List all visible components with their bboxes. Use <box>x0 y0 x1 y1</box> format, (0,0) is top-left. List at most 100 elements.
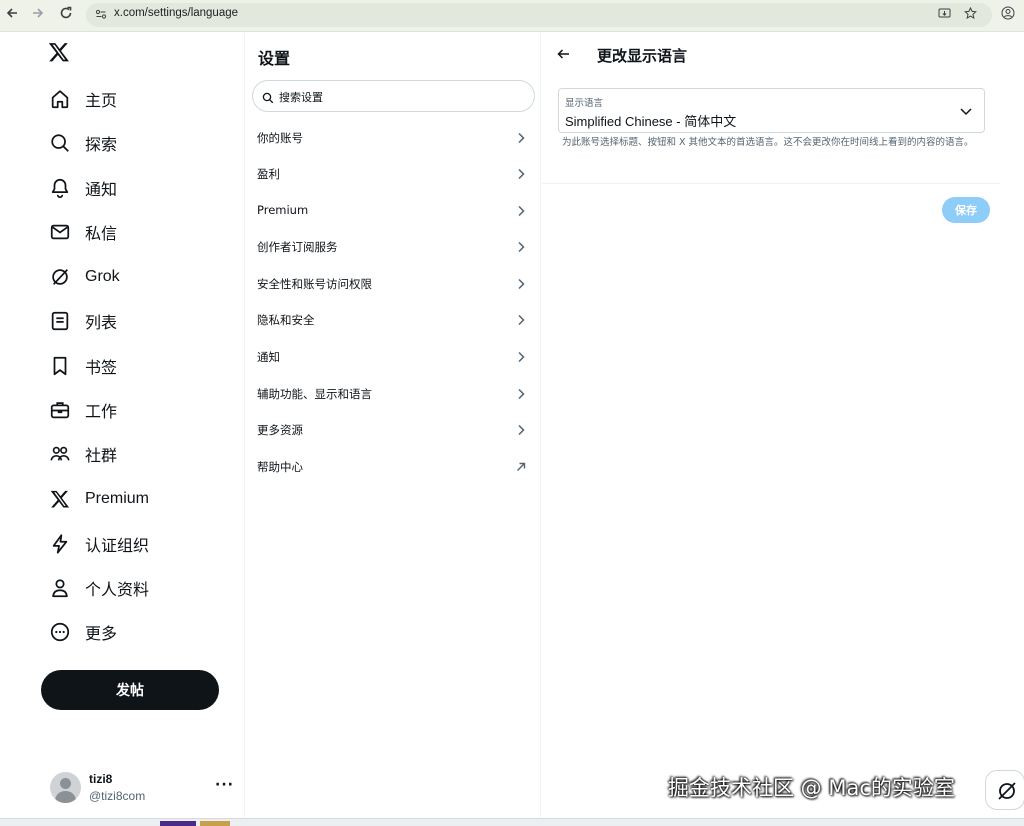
search-icon <box>46 129 74 157</box>
account-switcher[interactable]: tizi8 @tizi8com ··· <box>50 771 235 811</box>
settings-item-accessibility[interactable]: 辅助功能、显示和语言 <box>246 376 540 412</box>
nav-item-profile[interactable]: 个人资料 <box>46 570 226 606</box>
settings-column: 设置 搜索设置 你的账号 盈利 Premium 创作者订阅服务 安全性和账号访问… <box>246 33 541 826</box>
x-logo-icon[interactable] <box>48 41 74 67</box>
search-icon <box>262 89 276 104</box>
settings-item-label: 隐私和安全 <box>257 313 315 327</box>
chevron-right-icon <box>514 203 528 217</box>
chevron-right-icon <box>514 312 528 326</box>
watermark: 掘金技术社区 @ Mac的实验室 <box>668 776 955 800</box>
nav-item-more[interactable]: 更多 <box>46 614 226 650</box>
nav-item-communities[interactable]: 社群 <box>46 436 226 472</box>
settings-item-premium[interactable]: Premium <box>246 193 540 229</box>
display-language-select[interactable]: 显示语言 Simplified Chinese - 简体中文 <box>558 88 985 133</box>
bell-icon <box>46 174 74 202</box>
arrow-left-icon[interactable] <box>2 6 22 26</box>
nav-label: 私信 <box>85 226 118 243</box>
nav-label: Grok <box>85 268 120 285</box>
chevron-down-icon <box>958 103 974 119</box>
person-icon <box>46 574 74 602</box>
nav-item-jobs[interactable]: 工作 <box>46 392 226 428</box>
lightning-icon <box>46 530 74 558</box>
settings-item-resources[interactable]: 更多资源 <box>246 412 540 448</box>
nav-label: 工作 <box>85 404 118 421</box>
chevron-right-icon <box>514 386 528 400</box>
reload-icon[interactable] <box>56 6 76 26</box>
nav-label: 认证组织 <box>85 538 150 555</box>
settings-item-security[interactable]: 安全性和账号访问权限 <box>246 266 540 302</box>
profile-name: tizi8 <box>89 772 113 786</box>
post-button[interactable]: 发帖 <box>41 670 219 710</box>
chevron-right-icon <box>514 422 528 436</box>
left-navigation: 主页 探索 通知 私信 Grok 列表 书签 工作 社群 Premium 认证组… <box>0 33 245 826</box>
home-icon <box>46 85 74 113</box>
settings-item-label: 更多资源 <box>257 423 303 437</box>
back-arrow-icon[interactable] <box>556 46 572 62</box>
language-panel: 更改显示语言 显示语言 Simplified Chinese - 简体中文 为此… <box>542 33 1000 826</box>
settings-item-monetization[interactable]: 盈利 <box>246 156 540 192</box>
avatar <box>50 772 81 803</box>
profile-handle: @tizi8com <box>89 789 146 803</box>
mail-icon <box>46 218 74 246</box>
nav-label: Premium <box>85 490 150 507</box>
search-input[interactable]: 搜索设置 <box>252 80 535 112</box>
settings-item-account[interactable]: 你的账号 <box>246 120 540 156</box>
nav-label: 社群 <box>85 448 118 465</box>
install-app-icon[interactable] <box>936 7 952 23</box>
list-icon <box>46 307 74 335</box>
nav-item-verified-orgs[interactable]: 认证组织 <box>46 526 226 562</box>
divider <box>542 183 1000 184</box>
address-bar[interactable]: x.com/settings/language <box>86 3 992 27</box>
settings-item-label: 安全性和账号访问权限 <box>257 277 372 291</box>
settings-item-privacy[interactable]: 隐私和安全 <box>246 302 540 338</box>
settings-item-label: 创作者订阅服务 <box>257 240 338 254</box>
nav-item-messages[interactable]: 私信 <box>46 214 226 250</box>
settings-item-notifications[interactable]: 通知 <box>246 339 540 375</box>
community-icon <box>46 440 74 468</box>
nav-item-home[interactable]: 主页 <box>46 81 226 117</box>
nav-label: 探索 <box>85 137 118 154</box>
select-label: 显示语言 <box>565 98 604 109</box>
nav-label: 更多 <box>85 626 118 643</box>
profile-icon[interactable] <box>998 6 1018 26</box>
more-circle-icon <box>46 618 74 646</box>
settings-item-label: 你的账号 <box>257 131 303 145</box>
nav-item-grok[interactable]: Grok <box>46 259 226 295</box>
more-dots-icon[interactable]: ··· <box>215 777 234 793</box>
search-placeholder: 搜索设置 <box>279 91 323 104</box>
settings-item-label: 辅助功能、显示和语言 <box>257 387 372 401</box>
nav-item-lists[interactable]: 列表 <box>46 303 226 339</box>
select-value: Simplified Chinese - 简体中文 <box>565 114 737 129</box>
settings-item-creator-subscriptions[interactable]: 创作者订阅服务 <box>246 229 540 265</box>
site-settings-icon[interactable] <box>94 8 108 22</box>
chevron-right-icon <box>514 349 528 363</box>
nav-item-premium[interactable]: Premium <box>46 481 226 517</box>
bookmark-star-icon[interactable] <box>962 6 978 23</box>
chevron-right-icon <box>514 239 528 253</box>
x-logo-icon <box>46 485 74 513</box>
nav-item-explore[interactable]: 探索 <box>46 125 226 161</box>
page-title: 设置 <box>258 49 291 68</box>
settings-item-label: 帮助中心 <box>257 460 303 474</box>
nav-item-bookmarks[interactable]: 书签 <box>46 348 226 384</box>
briefcase-icon <box>46 396 74 424</box>
taskbar-thumbnail <box>200 821 230 826</box>
chevron-right-icon <box>514 276 528 290</box>
chevron-right-icon <box>514 130 528 144</box>
settings-item-help-center[interactable]: 帮助中心 <box>246 449 540 485</box>
taskbar-thumbnail <box>160 821 196 826</box>
grok-floating-button[interactable] <box>985 770 1024 810</box>
arrow-right-icon[interactable] <box>28 6 48 26</box>
nav-label: 通知 <box>85 182 118 199</box>
settings-item-label: 盈利 <box>257 167 280 181</box>
taskbar-strip <box>0 818 1024 826</box>
nav-label: 个人资料 <box>85 582 150 599</box>
external-arrow-icon <box>514 459 528 473</box>
settings-item-label: Premium <box>257 203 309 217</box>
save-button[interactable]: 保存 <box>942 197 990 223</box>
url-text[interactable]: x.com/settings/language <box>114 7 238 19</box>
bookmark-icon <box>46 352 74 380</box>
nav-label: 列表 <box>85 315 118 332</box>
nav-label: 书签 <box>85 360 118 377</box>
nav-item-notifications[interactable]: 通知 <box>46 170 226 206</box>
